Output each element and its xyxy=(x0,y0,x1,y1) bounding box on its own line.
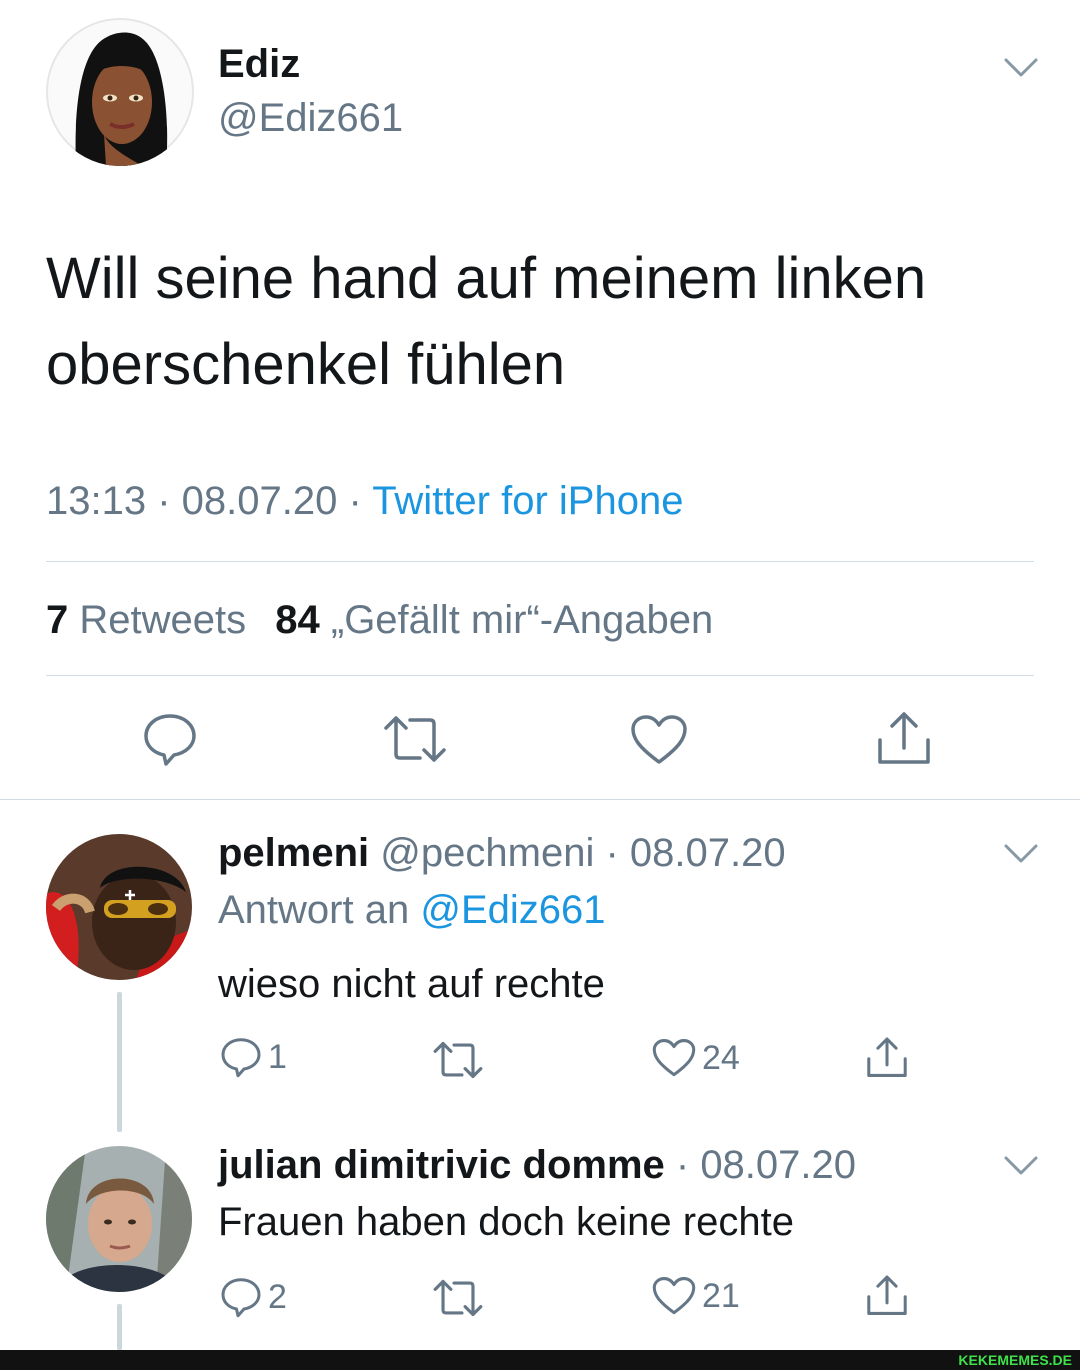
reply-count: 2 xyxy=(268,1277,287,1316)
likes-label: „Gefällt mir“-Angaben xyxy=(330,598,714,642)
meta-separator: · xyxy=(337,479,373,523)
tweet-meta: 13:13 · 08.07.20 · Twitter for iPhone xyxy=(46,476,683,526)
retweet-icon xyxy=(433,1041,483,1079)
tweet-text-line1: Will seine hand auf meinem linken xyxy=(46,246,927,311)
reply-button[interactable] xyxy=(142,712,198,766)
meta-separator: · xyxy=(664,1143,701,1187)
chevron-down-icon[interactable] xyxy=(1004,58,1038,78)
chevron-down-icon[interactable] xyxy=(1004,844,1038,864)
chevron-down-icon[interactable] xyxy=(1004,1156,1038,1176)
reply-text: wieso nicht auf rechte xyxy=(218,962,605,1006)
divider xyxy=(46,675,1034,676)
share-button[interactable] xyxy=(874,710,934,768)
tweet-time: 13:13 xyxy=(46,479,147,523)
reply-button[interactable]: 1 xyxy=(220,1036,287,1078)
tweet-date[interactable]: 08.07.20 xyxy=(182,479,338,523)
meta-separator: · xyxy=(594,831,630,875)
reply-header: pelmeni @pechmeni · 08.07.20 xyxy=(218,828,786,878)
reply-icon xyxy=(221,1038,261,1078)
tweet-text-line2: oberschenkel fühlen xyxy=(46,332,566,397)
tweet-author-handle[interactable]: @Ediz661 xyxy=(218,94,403,142)
like-icon xyxy=(652,1039,696,1077)
like-button[interactable]: 21 xyxy=(652,1276,740,1316)
watermark-text: KEKEMEMES.DE xyxy=(958,1352,1072,1368)
reply-header: julian dimitrivic domme · 08.07.20 xyxy=(218,1140,856,1190)
reply-author-name[interactable]: julian dimitrivic domme xyxy=(218,1143,665,1187)
reply-to-mention[interactable]: @Ediz661 xyxy=(420,888,605,932)
thread-line xyxy=(117,992,122,1132)
retweet-button[interactable] xyxy=(432,1040,484,1080)
tweet-author-name[interactable]: Ediz xyxy=(218,40,300,88)
divider xyxy=(0,799,1080,800)
retweet-button[interactable] xyxy=(432,1278,484,1318)
meta-separator: · xyxy=(146,479,182,523)
reply-date[interactable]: 08.07.20 xyxy=(630,831,786,875)
reply-author-name[interactable]: pelmeni xyxy=(218,831,369,875)
reply-icon xyxy=(221,1278,261,1318)
tweet-text: Will seine hand auf meinem linken obersc… xyxy=(46,236,926,408)
reply-author-handle[interactable]: @pechmeni xyxy=(380,831,594,875)
likes-stat[interactable]: 84 „Gefällt mir“-Angaben xyxy=(275,598,713,642)
reply-date[interactable]: 08.07.20 xyxy=(700,1143,856,1187)
share-icon xyxy=(867,1275,907,1315)
retweet-button[interactable] xyxy=(382,714,448,764)
share-icon xyxy=(878,712,930,764)
reply-text: Frauen haben doch keine rechte xyxy=(218,1200,794,1244)
reply-icon xyxy=(144,714,196,766)
reply-to-prefix: Antwort an xyxy=(218,888,410,932)
like-icon xyxy=(652,1277,696,1315)
like-button[interactable] xyxy=(630,714,688,766)
share-button[interactable] xyxy=(864,1274,910,1318)
likes-count: 84 xyxy=(275,598,320,642)
pelmeni-avatar[interactable] xyxy=(46,834,192,980)
reply-count: 1 xyxy=(268,1037,287,1076)
like-count: 24 xyxy=(702,1038,740,1077)
retweets-stat[interactable]: 7 Retweets xyxy=(46,598,246,642)
watermark-bar: KEKEMEMES.DE xyxy=(0,1350,1080,1370)
retweets-count: 7 xyxy=(46,598,69,642)
share-button[interactable] xyxy=(864,1036,910,1080)
tweet-stats: 7 Retweets 84 „Gefällt mir“-Angaben xyxy=(46,596,713,644)
retweet-icon xyxy=(384,716,446,762)
retweets-label: Retweets xyxy=(79,598,247,642)
ediz-avatar[interactable] xyxy=(46,18,194,166)
reply-button[interactable]: 2 xyxy=(220,1276,287,1318)
reply-context: Antwort an @Ediz661 xyxy=(218,884,606,936)
retweet-icon xyxy=(433,1279,483,1317)
like-button[interactable]: 24 xyxy=(652,1038,740,1078)
julian-avatar[interactable] xyxy=(46,1146,192,1292)
share-icon xyxy=(867,1037,907,1077)
tweet-source-link[interactable]: Twitter for iPhone xyxy=(372,479,683,523)
divider xyxy=(46,561,1034,562)
like-count: 21 xyxy=(702,1276,740,1315)
thread-line xyxy=(117,1304,122,1350)
like-icon xyxy=(631,715,687,764)
